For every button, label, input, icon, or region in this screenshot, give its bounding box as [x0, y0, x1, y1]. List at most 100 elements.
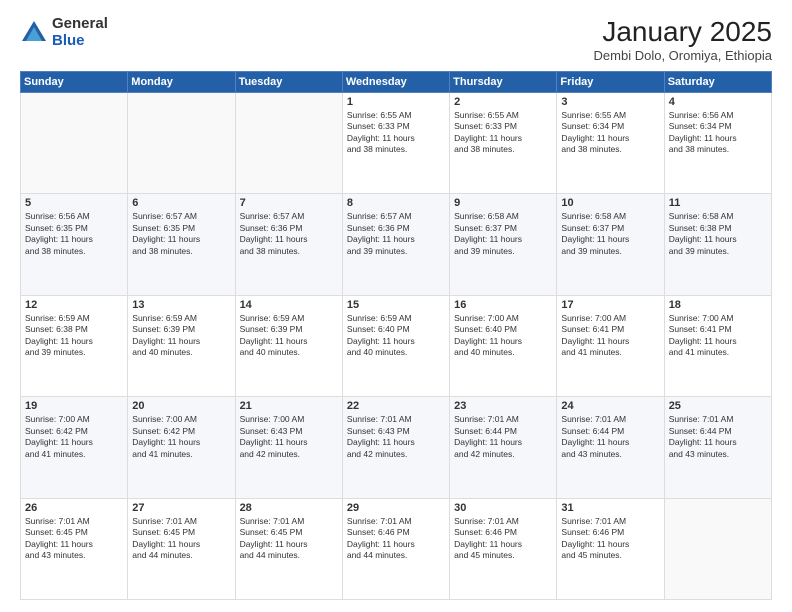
day-info: Sunrise: 7:01 AM Sunset: 6:44 PM Dayligh… — [669, 414, 767, 460]
weekday-header-saturday: Saturday — [664, 72, 771, 93]
calendar-cell: 10 Sunrise: 6:58 AM Sunset: 6:37 PM Dayli… — [557, 194, 664, 295]
day-info: Sunrise: 7:01 AM Sunset: 6:44 PM Dayligh… — [454, 414, 552, 460]
day-info: Sunrise: 6:58 AM Sunset: 6:37 PM Dayligh… — [561, 211, 659, 257]
calendar-cell: 18 Sunrise: 7:00 AM Sunset: 6:41 PM Dayli… — [664, 295, 771, 396]
day-number: 23 — [454, 400, 552, 412]
day-number: 13 — [132, 299, 230, 311]
weekday-header-sunday: Sunday — [21, 72, 128, 93]
day-number: 8 — [347, 197, 445, 209]
calendar-cell: 20 Sunrise: 7:00 AM Sunset: 6:42 PM Dayli… — [128, 397, 235, 498]
week-row-2: 12Sunrise: 6:59 AM Sunset: 6:38 PM Dayli… — [21, 295, 772, 396]
day-number: 11 — [669, 197, 767, 209]
day-number: 18 — [669, 299, 767, 311]
day-info: Sunrise: 6:57 AM Sunset: 6:36 PM Dayligh… — [347, 211, 445, 257]
calendar-cell: 2 Sunrise: 6:55 AM Sunset: 6:33 PM Daylig… — [450, 93, 557, 194]
day-info: Sunrise: 6:57 AM Sunset: 6:36 PM Dayligh… — [240, 211, 338, 257]
day-number: 9 — [454, 197, 552, 209]
calendar-cell: 26 Sunrise: 7:01 AM Sunset: 6:45 PM Dayli… — [21, 498, 128, 599]
week-row-1: 5 Sunrise: 6:56 AM Sunset: 6:35 PM Daylig… — [21, 194, 772, 295]
calendar-cell: 29Sunrise: 7:01 AM Sunset: 6:46 PM Dayli… — [342, 498, 449, 599]
day-info: Sunrise: 6:56 AM Sunset: 6:34 PM Dayligh… — [669, 110, 767, 156]
day-info: Sunrise: 7:01 AM Sunset: 6:44 PM Dayligh… — [561, 414, 659, 460]
day-info: Sunrise: 7:01 AM Sunset: 6:45 PM Dayligh… — [240, 516, 338, 562]
calendar-cell: 15 Sunrise: 6:59 AM Sunset: 6:40 PM Dayli… — [342, 295, 449, 396]
weekday-header-monday: Monday — [128, 72, 235, 93]
day-number: 21 — [240, 400, 338, 412]
day-info: Sunrise: 7:00 AM Sunset: 6:42 PM Dayligh… — [25, 414, 123, 460]
title-section: January 2025 Dembi Dolo, Oromiya, Ethiop… — [594, 16, 772, 63]
calendar-cell — [664, 498, 771, 599]
day-number: 7 — [240, 197, 338, 209]
logo: General Blue — [20, 16, 108, 49]
header: General Blue January 2025 Dembi Dolo, Or… — [20, 16, 772, 63]
day-info: Sunrise: 7:01 AM Sunset: 6:43 PM Dayligh… — [347, 414, 445, 460]
calendar-cell: 27Sunrise: 7:01 AM Sunset: 6:45 PM Dayli… — [128, 498, 235, 599]
day-number: 20 — [132, 400, 230, 412]
calendar-cell: 5 Sunrise: 6:56 AM Sunset: 6:35 PM Daylig… — [21, 194, 128, 295]
day-info: Sunrise: 6:55 AM Sunset: 6:34 PM Dayligh… — [561, 110, 659, 156]
calendar-cell — [21, 93, 128, 194]
calendar-cell: 16Sunrise: 7:00 AM Sunset: 6:40 PM Dayli… — [450, 295, 557, 396]
day-number: 25 — [669, 400, 767, 412]
calendar-cell: 14Sunrise: 6:59 AM Sunset: 6:39 PM Dayli… — [235, 295, 342, 396]
day-info: Sunrise: 7:01 AM Sunset: 6:45 PM Dayligh… — [25, 516, 123, 562]
calendar-cell: 6 Sunrise: 6:57 AM Sunset: 6:35 PM Daylig… — [128, 194, 235, 295]
day-info: Sunrise: 6:59 AM Sunset: 6:39 PM Dayligh… — [240, 313, 338, 359]
calendar-cell: 7 Sunrise: 6:57 AM Sunset: 6:36 PM Daylig… — [235, 194, 342, 295]
calendar-cell: 23 Sunrise: 7:01 AM Sunset: 6:44 PM Dayli… — [450, 397, 557, 498]
day-number: 1 — [347, 96, 445, 108]
calendar-cell: 30Sunrise: 7:01 AM Sunset: 6:46 PM Dayli… — [450, 498, 557, 599]
calendar-cell: 8 Sunrise: 6:57 AM Sunset: 6:36 PM Daylig… — [342, 194, 449, 295]
day-number: 22 — [347, 400, 445, 412]
calendar-cell — [128, 93, 235, 194]
day-info: Sunrise: 7:00 AM Sunset: 6:43 PM Dayligh… — [240, 414, 338, 460]
day-number: 5 — [25, 197, 123, 209]
day-number: 16 — [454, 299, 552, 311]
day-info: Sunrise: 7:01 AM Sunset: 6:46 PM Dayligh… — [454, 516, 552, 562]
day-info: Sunrise: 6:55 AM Sunset: 6:33 PM Dayligh… — [454, 110, 552, 156]
weekday-row: SundayMondayTuesdayWednesdayThursdayFrid… — [21, 72, 772, 93]
calendar-cell: 1Sunrise: 6:55 AM Sunset: 6:33 PM Daylig… — [342, 93, 449, 194]
day-number: 4 — [669, 96, 767, 108]
calendar-table: SundayMondayTuesdayWednesdayThursdayFrid… — [20, 71, 772, 600]
day-info: Sunrise: 6:56 AM Sunset: 6:35 PM Dayligh… — [25, 211, 123, 257]
day-number: 10 — [561, 197, 659, 209]
calendar-cell: 9 Sunrise: 6:58 AM Sunset: 6:37 PM Daylig… — [450, 194, 557, 295]
day-number: 3 — [561, 96, 659, 108]
day-number: 2 — [454, 96, 552, 108]
logo-general: General — [52, 16, 108, 33]
day-number: 15 — [347, 299, 445, 311]
weekday-header-friday: Friday — [557, 72, 664, 93]
day-info: Sunrise: 6:58 AM Sunset: 6:37 PM Dayligh… — [454, 211, 552, 257]
day-info: Sunrise: 6:57 AM Sunset: 6:35 PM Dayligh… — [132, 211, 230, 257]
day-info: Sunrise: 7:00 AM Sunset: 6:41 PM Dayligh… — [669, 313, 767, 359]
day-number: 17 — [561, 299, 659, 311]
calendar-cell: 24Sunrise: 7:01 AM Sunset: 6:44 PM Dayli… — [557, 397, 664, 498]
month-title: January 2025 — [594, 16, 772, 48]
calendar-cell: 19 Sunrise: 7:00 AM Sunset: 6:42 PM Dayli… — [21, 397, 128, 498]
calendar-cell: 28 Sunrise: 7:01 AM Sunset: 6:45 PM Dayli… — [235, 498, 342, 599]
day-info: Sunrise: 6:58 AM Sunset: 6:38 PM Dayligh… — [669, 211, 767, 257]
logo-text: General Blue — [52, 16, 108, 49]
day-number: 26 — [25, 502, 123, 514]
weekday-header-thursday: Thursday — [450, 72, 557, 93]
day-info: Sunrise: 7:00 AM Sunset: 6:41 PM Dayligh… — [561, 313, 659, 359]
calendar-cell: 4 Sunrise: 6:56 AM Sunset: 6:34 PM Daylig… — [664, 93, 771, 194]
location-subtitle: Dembi Dolo, Oromiya, Ethiopia — [594, 48, 772, 63]
day-info: Sunrise: 7:01 AM Sunset: 6:46 PM Dayligh… — [347, 516, 445, 562]
day-info: Sunrise: 7:00 AM Sunset: 6:42 PM Dayligh… — [132, 414, 230, 460]
day-number: 19 — [25, 400, 123, 412]
calendar-cell: 13 Sunrise: 6:59 AM Sunset: 6:39 PM Dayli… — [128, 295, 235, 396]
day-info: Sunrise: 6:59 AM Sunset: 6:40 PM Dayligh… — [347, 313, 445, 359]
day-number: 27 — [132, 502, 230, 514]
week-row-0: 1 Sunrise: 6:55 AM Sunset: 6:33 PM Daylig… — [21, 93, 772, 194]
calendar-cell: 17 Sunrise: 7:00 AM Sunset: 6:41 PM Dayli… — [557, 295, 664, 396]
day-info: Sunrise: 6:59 AM Sunset: 6:39 PM Dayligh… — [132, 313, 230, 359]
calendar-cell — [235, 93, 342, 194]
day-number: 6 — [132, 197, 230, 209]
day-number: 28 — [240, 502, 338, 514]
page: General Blue January 2025 Dembi Dolo, Or… — [0, 0, 792, 612]
calendar-header: SundayMondayTuesdayWednesdayThursdayFrid… — [21, 72, 772, 93]
calendar-cell: 21 Sunrise: 7:00 AM Sunset: 6:43 PM Dayli… — [235, 397, 342, 498]
weekday-header-tuesday: Tuesday — [235, 72, 342, 93]
